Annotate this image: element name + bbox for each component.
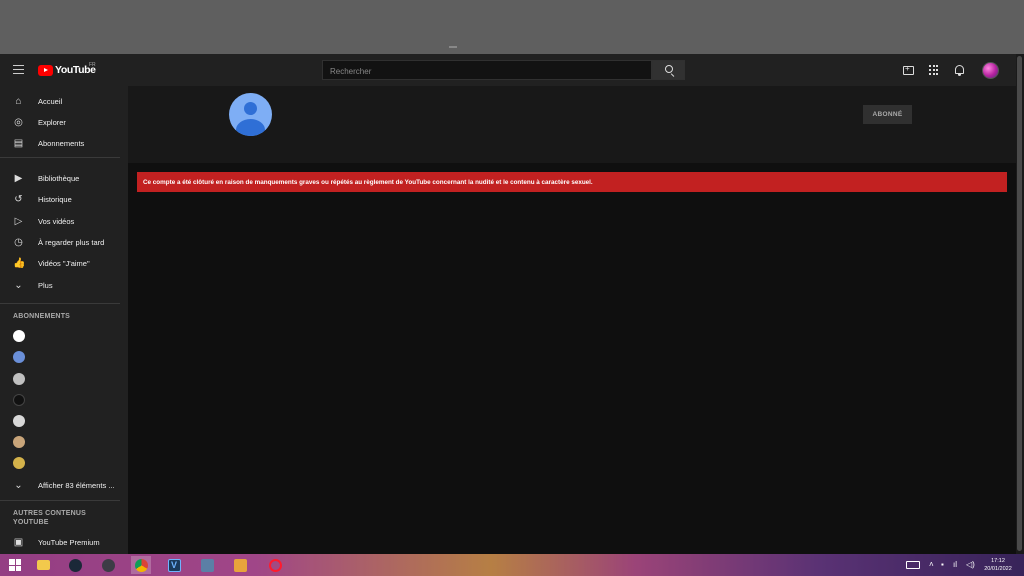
home-icon: ⌂ <box>15 95 22 107</box>
sidebar-divider <box>0 303 120 304</box>
window-handle[interactable] <box>449 46 457 48</box>
sidebar-divider <box>0 157 120 158</box>
youtube-logo[interactable]: YouTube FR <box>38 62 96 76</box>
more-from-youtube-title: AUTRES CONTENUS YOUTUBE <box>13 510 87 526</box>
sidebar-item-label: Bibliothèque <box>38 173 80 183</box>
sidebar-item-label: Vos vidéos <box>38 216 75 226</box>
like-icon: 👍 <box>13 257 26 269</box>
channel-header: ABONNÉ <box>128 86 1016 163</box>
sidebar-item-youtube-premium[interactable]: ▣ YouTube Premium <box>0 532 128 552</box>
clock-time: 17:12 <box>991 558 1005 564</box>
sidebar-item-plus[interactable]: ⌄ Plus <box>0 275 128 295</box>
sidebar-item-vos-videos[interactable]: ▷ Vos vidéos <box>0 211 128 231</box>
sidebar-item-label: À regarder plus tard <box>38 237 105 247</box>
system-clock[interactable]: 17:12 20/01/2022 <box>980 557 1016 573</box>
sidebar-item-label: Abonnements <box>38 138 85 148</box>
subscription-channel-avatar[interactable] <box>13 330 25 342</box>
steam-icon[interactable] <box>65 556 85 574</box>
subscription-channel-avatar[interactable] <box>13 436 25 448</box>
sidebar-item-liked-videos[interactable]: 👍 Vidéos "J'aime" <box>0 253 128 273</box>
vegas-icon[interactable]: V <box>164 556 184 574</box>
chevron-down-icon: ⌄ <box>14 279 23 291</box>
sidebar-item-label: YouTube Premium <box>38 537 100 547</box>
keyboard-icon[interactable] <box>906 561 920 569</box>
tray-chevron-up-icon[interactable]: ˄ <box>929 560 934 569</box>
channel-avatar <box>229 93 272 136</box>
sidebar-item-label: Historique <box>38 194 72 204</box>
search-input[interactable] <box>323 62 651 81</box>
sidebar-item-historique[interactable]: ↺ Historique <box>0 189 128 209</box>
notifications-bell-icon[interactable] <box>955 65 964 76</box>
sidebar-item-bibliotheque[interactable]: ▶ Bibliothèque <box>0 168 128 188</box>
search-icon <box>665 65 673 73</box>
sidebar-item-accueil[interactable]: ⌂ Accueil <box>0 91 128 111</box>
sidebar-item-label: Explorer <box>38 117 66 127</box>
country-code: FR <box>89 62 96 68</box>
sidebar-item-label: Vidéos "J'aime" <box>38 258 90 268</box>
subscription-channel-avatar[interactable] <box>13 457 25 469</box>
library-icon: ▶ <box>14 172 23 184</box>
file-explorer-icon[interactable] <box>33 556 53 574</box>
default-user-head-icon <box>244 102 257 115</box>
sidebar-item-label: Plus <box>38 280 53 290</box>
tray-app-icon[interactable]: ▪ <box>941 560 944 569</box>
page-scrollbar[interactable] <box>1016 54 1024 554</box>
account-terminated-alert: Ce compte a été clôturé en raison de man… <box>137 172 1007 192</box>
chrome-icon[interactable] <box>131 556 151 574</box>
sidebar-item-label: Accueil <box>38 96 63 106</box>
volume-icon[interactable]: ◁) <box>966 560 975 569</box>
show-more-label: Afficher 83 éléments ... <box>38 480 115 490</box>
subscription-channel-avatar[interactable] <box>13 415 25 427</box>
subscriptions-section-title: ABONNEMENTS <box>13 313 71 320</box>
youtube-play-icon <box>38 64 53 76</box>
subscribed-button[interactable]: ABONNÉ <box>863 105 912 124</box>
sidebar-item-watch-later[interactable]: ◷ À regarder plus tard <box>0 232 128 252</box>
youtube-premium-icon: ▣ <box>13 536 24 548</box>
search-box <box>322 60 652 81</box>
alert-message: Ce compte a été clôturé en raison de man… <box>143 178 593 186</box>
sidebar-item-abonnements[interactable]: ▤ Abonnements <box>0 133 128 153</box>
history-icon: ↺ <box>14 193 23 205</box>
channel-page: ABONNÉ Ce compte a été clôturé en raison… <box>128 86 1016 554</box>
media-player-icon[interactable] <box>230 556 250 574</box>
opera-icon[interactable] <box>265 556 285 574</box>
sidebar-item-explorer[interactable]: ◎ Explorer <box>0 112 128 132</box>
apps-grid-icon[interactable] <box>929 65 939 75</box>
show-more-subscriptions[interactable]: ⌄ Afficher 83 éléments ... <box>0 475 128 495</box>
subscriptions-icon: ▤ <box>13 137 24 149</box>
compass-icon: ◎ <box>14 116 23 128</box>
account-avatar[interactable] <box>982 62 999 79</box>
subscription-channel-avatar[interactable] <box>13 373 25 385</box>
watch-later-icon: ◷ <box>14 236 23 248</box>
subscription-channel-avatar[interactable] <box>13 351 25 363</box>
your-videos-icon: ▷ <box>14 215 23 227</box>
network-app-icon[interactable] <box>197 556 217 574</box>
scrollbar-thumb[interactable] <box>1017 56 1022 551</box>
masthead: YouTube FR <box>0 54 1024 86</box>
windows-start-icon[interactable] <box>9 559 21 571</box>
sidebar-divider <box>0 500 120 501</box>
windows-taskbar: V ˄ ▪ ıl ◁) 17:12 20/01/2022 <box>0 554 1024 576</box>
chevron-down-icon: ⌄ <box>14 479 23 491</box>
subscription-channel-avatar[interactable] <box>13 394 25 406</box>
create-video-icon[interactable] <box>903 64 914 75</box>
sidebar: ⌂ Accueil ◎ Explorer ▤ Abonnements ▶ Bib… <box>0 86 128 554</box>
browser-top-area <box>0 0 1024 54</box>
search-button[interactable] <box>652 60 685 80</box>
network-icon[interactable]: ıl <box>953 560 957 569</box>
default-user-body-icon <box>236 119 265 136</box>
youtube-window: YouTube FR ⌂ Accueil ◎ Explorer ▤ Abonne… <box>0 54 1024 554</box>
hamburger-menu-icon[interactable] <box>13 65 24 74</box>
game-app-icon[interactable] <box>98 556 118 574</box>
clock-date: 20/01/2022 <box>984 566 1012 572</box>
